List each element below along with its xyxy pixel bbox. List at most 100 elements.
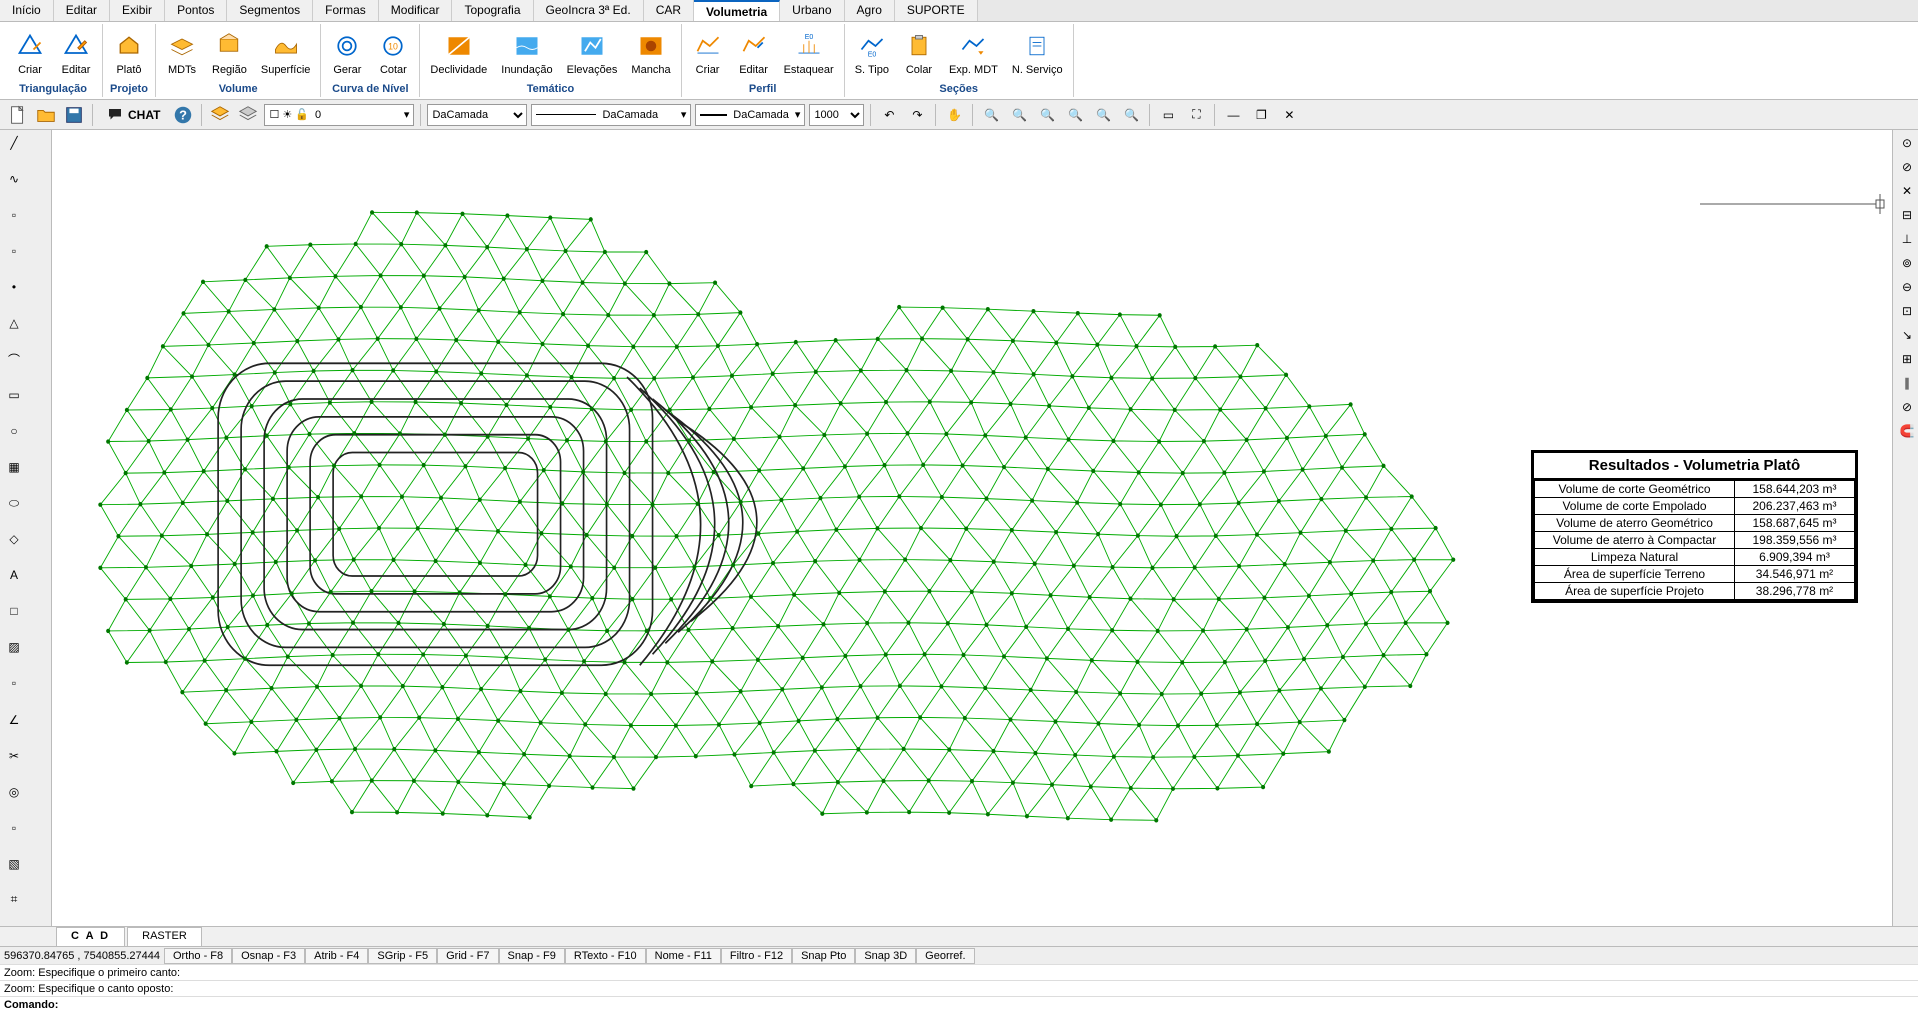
minimize-icon[interactable]: —	[1221, 103, 1245, 127]
ribbon-cotar[interactable]: 10Cotar	[373, 28, 413, 78]
status-snap[interactable]: Snap Pto	[792, 948, 855, 964]
menu-tab-topografia[interactable]: Topografia	[452, 0, 533, 21]
menu-tab-car[interactable]: CAR	[644, 0, 694, 21]
ribbon-mancha[interactable]: Mancha	[627, 28, 674, 78]
bottom-tab-cad[interactable]: C A D	[56, 927, 125, 946]
zoom-out-icon[interactable]: 🔍	[1007, 103, 1031, 127]
paint-tool-icon[interactable]: ▨	[2, 636, 26, 658]
help-icon[interactable]: ?	[171, 103, 195, 127]
restore-icon[interactable]: ❐	[1249, 103, 1273, 127]
arc-right-tool-icon[interactable]: ▫	[2, 240, 26, 262]
ribbon-editar-perfil[interactable]: Editar	[734, 28, 774, 78]
menu-tab-volumetria[interactable]: Volumetria	[694, 0, 780, 21]
status-ortho[interactable]: Ortho - F8	[164, 948, 232, 964]
ribbon-stipo[interactable]: E0S. Tipo	[851, 28, 893, 78]
rect2-tool-icon[interactable]: ▫	[2, 672, 26, 694]
new-icon[interactable]	[6, 103, 30, 127]
pan-icon[interactable]: ✋	[942, 103, 966, 127]
circle-tool-icon[interactable]: ○	[2, 420, 26, 442]
status-atrib[interactable]: Atrib - F4	[305, 948, 368, 964]
lineweight-selector[interactable]: DaCamada▾	[531, 104, 691, 126]
ribbon-superficie[interactable]: Superfície	[257, 28, 315, 78]
layer-selector[interactable]: ☐ ☀ 🔓0▾	[264, 104, 414, 126]
linetype-selector[interactable]: DaCamada	[427, 104, 527, 126]
node-snap-icon[interactable]: ⊡	[1895, 300, 1918, 322]
rect-tool-icon[interactable]: ▭	[2, 384, 26, 406]
undo-icon[interactable]: ↶	[877, 103, 901, 127]
lineweight2-selector[interactable]: DaCamada▾	[695, 104, 805, 126]
ribbon-gerar[interactable]: Gerar	[327, 28, 367, 78]
crop-tool-icon[interactable]: ⌗	[2, 889, 26, 911]
line-tool-icon[interactable]: ╱	[2, 132, 26, 154]
status-snap[interactable]: Snap - F9	[499, 948, 565, 964]
zoom-realtime-icon[interactable]: 🔍	[1119, 103, 1143, 127]
ribbon-expmdt[interactable]: Exp. MDT	[945, 28, 1002, 78]
scale-selector[interactable]: 1000	[809, 104, 864, 126]
status-snap[interactable]: Snap 3D	[855, 948, 916, 964]
ribbon-mdts[interactable]: MDTs	[162, 28, 202, 78]
chat-button[interactable]: CHAT	[99, 103, 167, 127]
open-icon[interactable]	[34, 103, 58, 127]
ribbon-criar-perfil[interactable]: Criar	[688, 28, 728, 78]
ribbon-inundacao[interactable]: Inundação	[497, 28, 556, 78]
ribbon-regiao[interactable]: Região	[208, 28, 251, 78]
point-tool-icon[interactable]: •	[2, 276, 26, 298]
none-snap-icon[interactable]: ⊘	[1895, 396, 1918, 418]
zoom-extents-icon[interactable]: 🔍	[1063, 103, 1087, 127]
zoom-window-icon[interactable]: 🔍	[1035, 103, 1059, 127]
ribbon-estaquear[interactable]: E0Estaquear	[780, 28, 838, 78]
text-tool-icon[interactable]: A	[2, 564, 26, 586]
layer-states-icon[interactable]	[236, 103, 260, 127]
fullscreen-icon[interactable]: ⛶	[1184, 103, 1208, 127]
angle-tool-icon[interactable]: ∠	[2, 709, 26, 731]
tangent-snap-icon[interactable]: ⊖	[1895, 276, 1918, 298]
menu-tab-editar[interactable]: Editar	[54, 0, 110, 21]
command-prompt[interactable]: Comando:	[0, 996, 1918, 1012]
save-icon[interactable]	[62, 103, 86, 127]
ellipse-tool-icon[interactable]: ⬭	[2, 492, 26, 514]
arc-left-tool-icon[interactable]: ▫	[2, 204, 26, 226]
zoom-previous-icon[interactable]: 🔍	[1091, 103, 1115, 127]
donut-tool-icon[interactable]: ◎	[2, 781, 26, 803]
diamond-tool-icon[interactable]: ◇	[2, 528, 26, 550]
menu-tab-exibir[interactable]: Exibir	[110, 0, 165, 21]
ribbon-plato[interactable]: Platô	[109, 28, 149, 78]
parallel-snap-icon[interactable]: ∥	[1895, 372, 1918, 394]
endpoint-snap-icon[interactable]: ⊙	[1895, 132, 1918, 154]
ribbon-nservico[interactable]: N. Serviço	[1008, 28, 1067, 78]
ribbon-editar-tri[interactable]: Editar	[56, 28, 96, 78]
menu-tab-modificar[interactable]: Modificar	[379, 0, 453, 21]
menu-tab-agro[interactable]: Agro	[845, 0, 895, 21]
select-window-icon[interactable]: ▭	[1156, 103, 1180, 127]
ribbon-declividade[interactable]: Declividade	[426, 28, 491, 78]
ribbon-criar-tri[interactable]: Criar	[10, 28, 50, 78]
status-filtro[interactable]: Filtro - F12	[721, 948, 792, 964]
drawing-canvas[interactable]: Resultados - Volumetria Platô Volume de …	[52, 130, 1892, 926]
perp-snap-icon[interactable]: ⊥	[1895, 228, 1918, 250]
menu-tab-segmentos[interactable]: Segmentos	[227, 0, 313, 21]
redo-icon[interactable]: ↷	[905, 103, 929, 127]
center-snap-icon[interactable]: ⊚	[1895, 252, 1918, 274]
close-icon[interactable]: ✕	[1277, 103, 1301, 127]
status-rtexto[interactable]: RTexto - F10	[565, 948, 646, 964]
snap-snap-icon[interactable]: ✕	[1895, 180, 1918, 202]
cut-tool-icon[interactable]: ✂	[2, 745, 26, 767]
status-sgrip[interactable]: SGrip - F5	[368, 948, 437, 964]
insert-snap-icon[interactable]: ⊞	[1895, 348, 1918, 370]
curve-tool-icon[interactable]: ⌒	[2, 348, 26, 370]
menu-tab-urbano[interactable]: Urbano	[780, 0, 844, 21]
status-nome[interactable]: Nome - F11	[646, 948, 721, 964]
midpoint-snap-icon[interactable]: ⊘	[1895, 156, 1918, 178]
near-snap-icon[interactable]: ↘	[1895, 324, 1918, 346]
status-georref.[interactable]: Georref.	[916, 948, 974, 964]
menu-tab-pontos[interactable]: Pontos	[165, 0, 227, 21]
zoom-in-icon[interactable]: 🔍	[979, 103, 1003, 127]
polyline-tool-icon[interactable]: ∿	[2, 168, 26, 190]
square-tool-icon[interactable]: □	[2, 600, 26, 622]
rect3-tool-icon[interactable]: ▫	[2, 817, 26, 839]
ribbon-elevacoes[interactable]: Elevações	[563, 28, 622, 78]
bottom-tab-raster[interactable]: RASTER	[127, 927, 202, 946]
grid-tool-icon[interactable]: ▦	[2, 456, 26, 478]
menu-tab-formas[interactable]: Formas	[313, 0, 379, 21]
layers-icon[interactable]	[208, 103, 232, 127]
